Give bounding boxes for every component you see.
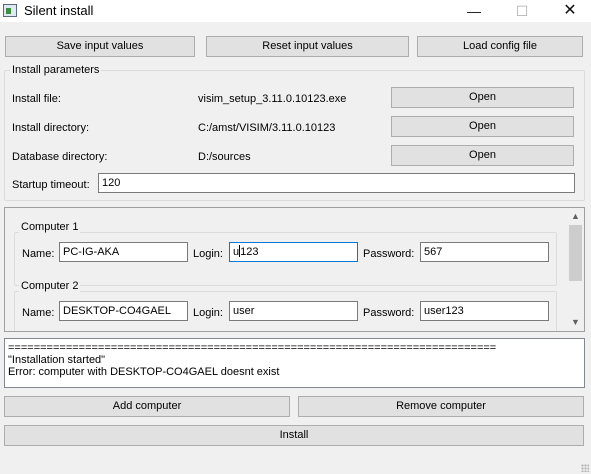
open-install-file-button[interactable]: Open (391, 87, 574, 108)
install-directory-value: C:/amst/VISIM/3.11.0.10123 (198, 122, 336, 134)
minimize-button[interactable]: — (451, 0, 497, 22)
install-button[interactable]: Install (4, 425, 584, 446)
scroll-down-icon[interactable]: ▼ (567, 314, 584, 331)
startup-timeout-input[interactable]: 120 (98, 173, 575, 193)
log-output[interactable]: ========================================… (4, 338, 585, 388)
computer-1-title: Computer 1 (19, 221, 81, 233)
open-database-directory-button[interactable]: Open (391, 145, 574, 166)
maximize-button[interactable]: ☐ (499, 0, 545, 22)
resize-grip[interactable] (581, 464, 589, 472)
install-file-value: visim_setup_3.11.0.10123.exe (198, 93, 347, 105)
app-window-icon (3, 4, 17, 17)
computer-2-name-input[interactable]: DESKTOP-CO4GAEL (59, 301, 188, 321)
window-title: Silent install (24, 3, 94, 18)
database-directory-value: D:/sources (198, 151, 251, 163)
computer-1-login-input[interactable]: u123 (229, 242, 358, 262)
computer-2-password-input[interactable]: user123 (420, 301, 549, 321)
scrollbar-thumb[interactable] (569, 225, 582, 281)
install-file-label: Install file: (12, 93, 61, 105)
scroll-up-icon[interactable]: ▲ (567, 208, 584, 225)
computer-2-title: Computer 2 (19, 280, 81, 292)
install-parameters-title: Install parameters (10, 64, 102, 76)
computer-2-name-label: Name: (22, 307, 55, 319)
computers-scroll-area[interactable]: Computer 1 Name: PC-IG-AKA Login: u123 P… (4, 207, 585, 332)
vertical-scrollbar[interactable]: ▲ ▼ (567, 208, 584, 331)
login-text-after-caret: 123 (240, 246, 259, 258)
save-input-values-button[interactable]: Save input values (5, 36, 195, 57)
computer-2-password-label: Password: (363, 307, 415, 319)
computer-1-password-label: Password: (363, 248, 415, 260)
install-directory-label: Install directory: (12, 122, 90, 134)
computer-1-password-input[interactable]: 567 (420, 242, 549, 262)
computer-1-name-label: Name: (22, 248, 55, 260)
log-line: Error: computer with DESKTOP-CO4GAEL doe… (8, 366, 280, 378)
database-directory-label: Database directory: (12, 151, 108, 163)
log-line: ========================================… (8, 342, 497, 354)
reset-input-values-button[interactable]: Reset input values (206, 36, 409, 57)
log-line: "Installation started" (8, 354, 106, 366)
load-config-file-button[interactable]: Load config file (417, 36, 583, 57)
computer-1-name-input[interactable]: PC-IG-AKA (59, 242, 188, 262)
open-install-directory-button[interactable]: Open (391, 116, 574, 137)
computer-1-login-label: Login: (193, 248, 223, 260)
startup-timeout-label: Startup timeout: (12, 179, 90, 191)
computer-2-login-label: Login: (193, 307, 223, 319)
add-computer-button[interactable]: Add computer (4, 396, 290, 417)
close-button[interactable]: ✕ (547, 0, 591, 22)
remove-computer-button[interactable]: Remove computer (298, 396, 584, 417)
title-bar: Silent install — ☐ ✕ (0, 0, 591, 22)
computer-2-login-input[interactable]: user (229, 301, 358, 321)
